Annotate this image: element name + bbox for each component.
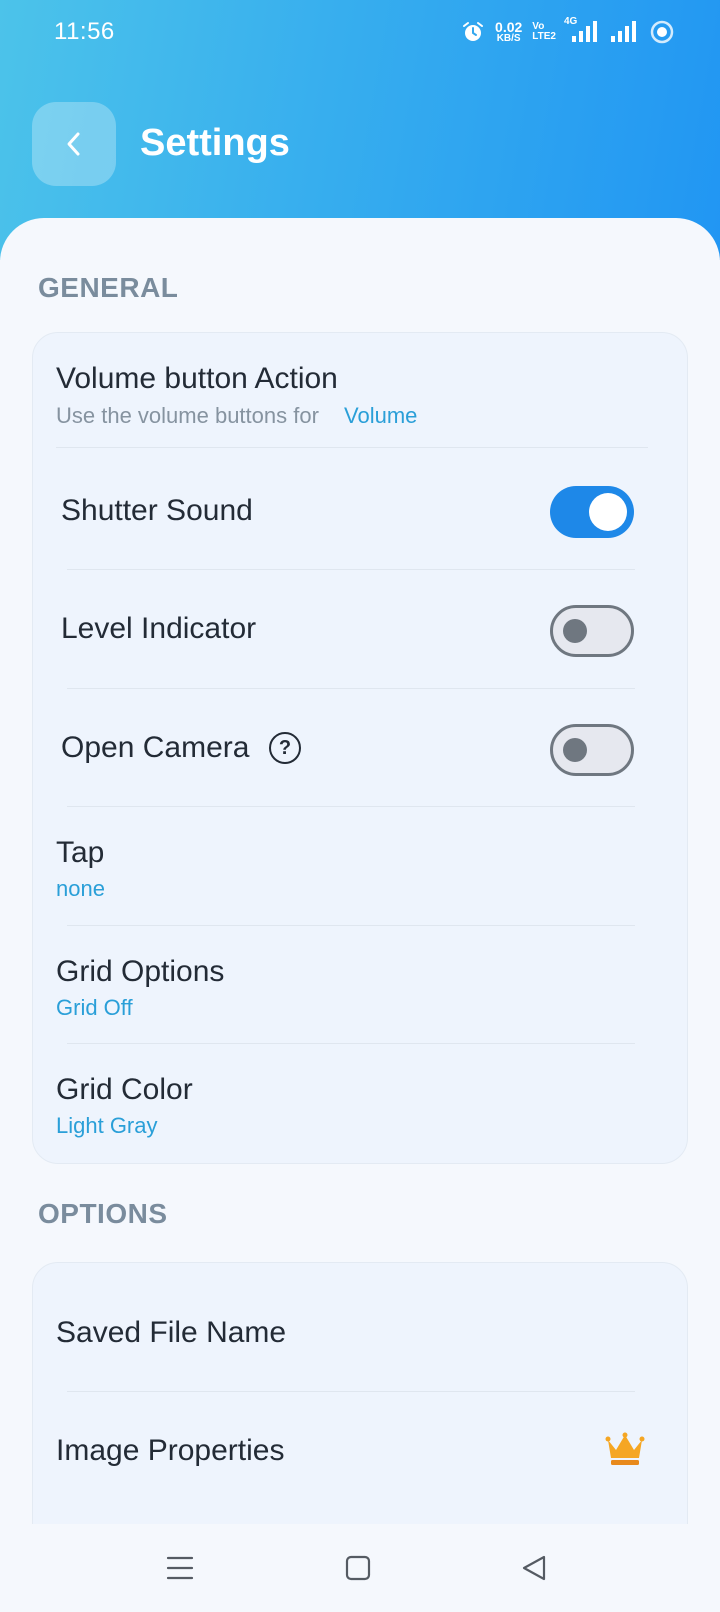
status-time: 11:56 xyxy=(54,18,115,45)
saved-file-name-row[interactable]: Saved File Name xyxy=(33,1263,689,1391)
grid-color-title: Grid Color xyxy=(56,1073,193,1106)
menu-icon[interactable] xyxy=(158,1546,202,1590)
grid-options-title: Grid Options xyxy=(56,955,225,988)
grid-options-value: Grid Off xyxy=(56,995,133,1020)
open-camera-toggle[interactable] xyxy=(550,724,634,776)
back-button[interactable] xyxy=(32,102,116,186)
tap-row[interactable]: Tap none xyxy=(33,806,689,924)
grid-color-value: Light Gray xyxy=(56,1113,158,1138)
grid-color-row[interactable]: Grid Color Light Gray xyxy=(33,1043,689,1161)
speed-unit: KB/S xyxy=(496,33,521,44)
crown-icon xyxy=(605,1432,645,1465)
toggle-knob xyxy=(563,738,587,762)
tap-value: none xyxy=(56,876,105,901)
level-indicator-row[interactable]: Level Indicator xyxy=(33,569,689,687)
options-card: Saved File Name Image Properties xyxy=(32,1262,688,1524)
volume-action-title: Volume button Action xyxy=(56,362,338,395)
network-speed: 0.02 KB/S xyxy=(495,20,522,44)
volume-action-value[interactable]: Volume xyxy=(344,403,417,429)
shutter-sound-title: Shutter Sound xyxy=(61,494,253,527)
divider xyxy=(56,447,648,448)
signal-icon xyxy=(610,20,640,44)
image-properties-title: Image Properties xyxy=(56,1434,285,1467)
volume-button-action-row[interactable]: Volume button Action Use the volume butt… xyxy=(33,333,689,451)
alarm-icon xyxy=(461,20,485,44)
back-triangle-icon[interactable] xyxy=(512,1546,556,1590)
status-bar: 11:56 0.02 KB/S Vo LTE2 4G xyxy=(0,0,720,66)
shutter-sound-toggle[interactable] xyxy=(550,486,634,538)
home-square-icon[interactable] xyxy=(336,1546,380,1590)
chevron-left-icon xyxy=(67,132,80,156)
volume-action-subtitle: Use the volume buttons for xyxy=(56,403,319,428)
hotspot-icon xyxy=(650,20,674,44)
tap-title: Tap xyxy=(56,836,105,869)
image-properties-row[interactable]: Image Properties xyxy=(33,1391,689,1509)
level-indicator-toggle[interactable] xyxy=(550,605,634,657)
signal-4g-icon: 4G xyxy=(564,16,600,44)
section-title-options: OPTIONS xyxy=(38,1198,168,1229)
volte-bottom: LTE2 xyxy=(532,31,556,42)
shutter-sound-row[interactable]: Shutter Sound xyxy=(33,451,689,569)
volte-indicator: Vo LTE2 xyxy=(532,22,556,42)
open-camera-row[interactable]: Open Camera ? xyxy=(33,688,689,806)
speed-value: 0.02 xyxy=(495,19,523,35)
grid-options-row[interactable]: Grid Options Grid Off xyxy=(33,925,689,1043)
status-icons: 0.02 KB/S Vo LTE2 4G xyxy=(461,16,674,46)
network-type: 4G xyxy=(564,16,578,27)
toggle-knob xyxy=(563,619,587,643)
page-title: Settings xyxy=(140,122,290,164)
help-icon[interactable]: ? xyxy=(269,732,301,764)
open-camera-title: Open Camera xyxy=(61,731,250,764)
general-card: Volume button Action Use the volume butt… xyxy=(32,332,688,1164)
system-nav-bar xyxy=(0,1524,720,1612)
section-title-general: GENERAL xyxy=(38,272,179,303)
saved-file-name-title: Saved File Name xyxy=(56,1316,287,1349)
level-indicator-title: Level Indicator xyxy=(61,612,257,645)
settings-content[interactable]: GENERAL Volume button Action Use the vol… xyxy=(0,218,720,1524)
toggle-knob xyxy=(589,493,627,531)
